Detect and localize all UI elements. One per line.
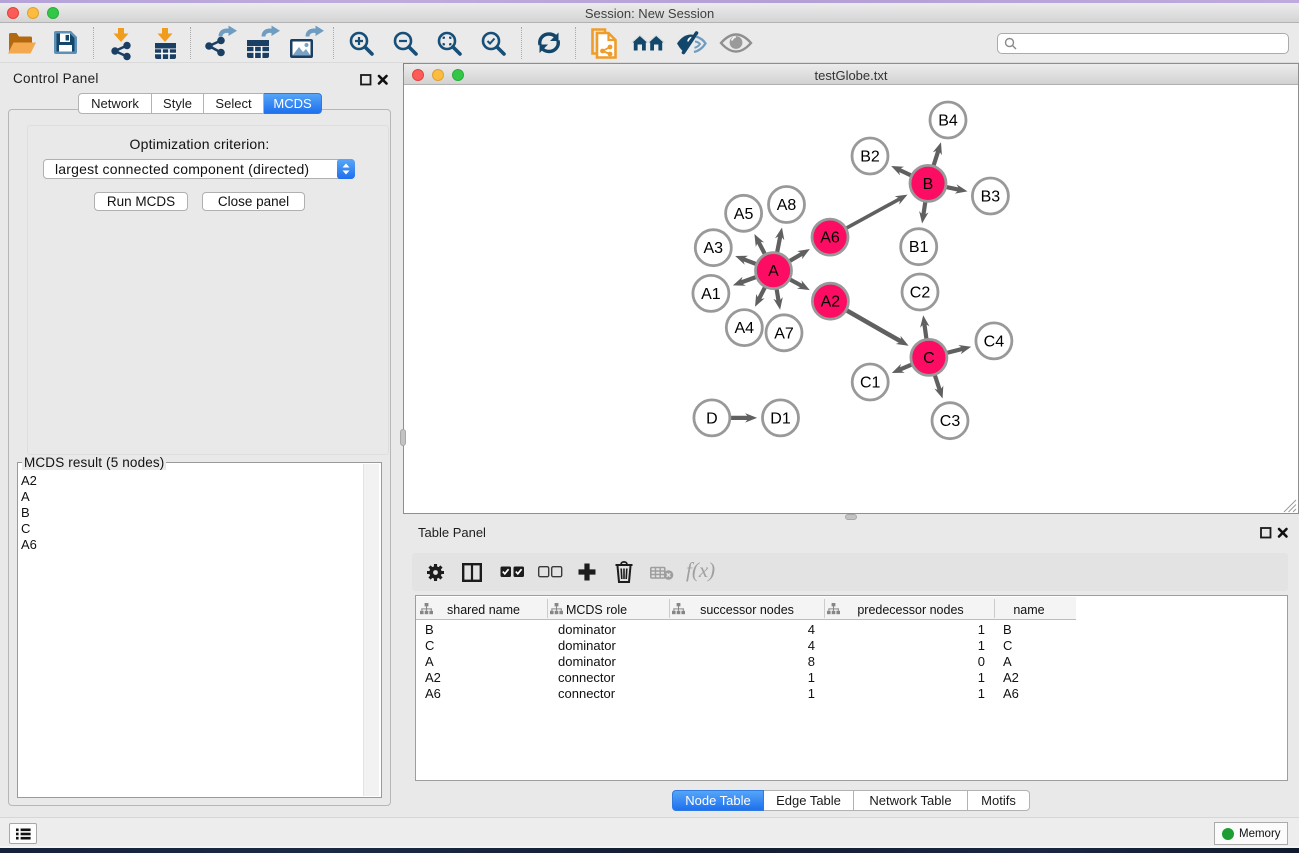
svg-text:A2: A2	[821, 294, 841, 311]
svg-text:B4: B4	[938, 113, 958, 130]
svg-text:C1: C1	[860, 375, 881, 392]
svg-text:C3: C3	[940, 413, 961, 430]
svg-text:A: A	[768, 263, 779, 280]
svg-text:A4: A4	[735, 320, 755, 337]
svg-text:A3: A3	[704, 240, 724, 257]
svg-text:A8: A8	[777, 197, 797, 214]
svg-text:D: D	[706, 410, 718, 427]
svg-text:A5: A5	[734, 206, 754, 223]
svg-text:C: C	[923, 350, 935, 367]
svg-text:C4: C4	[984, 333, 1005, 350]
svg-text:B2: B2	[860, 149, 880, 166]
svg-text:C2: C2	[910, 285, 931, 302]
svg-text:B1: B1	[909, 239, 929, 256]
svg-text:A1: A1	[701, 286, 721, 303]
svg-text:A6: A6	[820, 230, 840, 247]
svg-text:B3: B3	[981, 189, 1001, 206]
svg-text:D1: D1	[770, 410, 791, 427]
svg-text:B: B	[923, 176, 934, 193]
svg-text:A7: A7	[774, 325, 794, 342]
